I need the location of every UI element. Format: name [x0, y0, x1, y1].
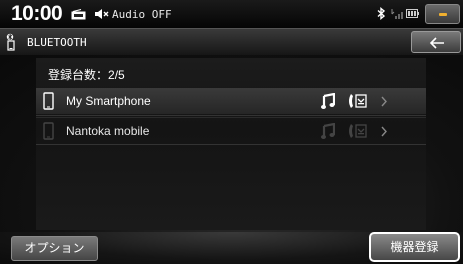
row-divider	[36, 115, 426, 116]
options-button[interactable]: オプション	[11, 236, 98, 261]
chevron-right-icon	[381, 126, 387, 137]
battery-icon	[406, 9, 419, 18]
registered-count: 登録台数：2/5	[48, 66, 125, 83]
device-name: My Smartphone	[66, 94, 151, 108]
music-icon	[321, 93, 335, 109]
page-title: BLUETOOTH	[27, 36, 87, 49]
mute-icon	[95, 9, 109, 19]
device-name: Nantoka mobile	[66, 124, 150, 138]
registered-count-value: 2/5	[108, 68, 125, 82]
device-row-nantoka-mobile[interactable]: Nantoka mobile	[36, 117, 426, 143]
menu-dash-icon	[439, 13, 447, 16]
signal-icon	[391, 9, 403, 19]
device-row-my-smartphone[interactable]: My Smartphone	[36, 88, 426, 114]
handsfree-phone-icon	[349, 124, 367, 138]
registered-count-label: 登録台数：	[48, 68, 109, 82]
phone-icon	[43, 122, 54, 140]
chevron-right-icon	[381, 96, 387, 107]
row-divider	[36, 144, 426, 145]
title-bar: BLUETOOTH	[0, 28, 463, 55]
back-button[interactable]	[411, 31, 461, 53]
register-device-button[interactable]: 機器登録	[369, 232, 460, 262]
audio-status: Audio OFF	[112, 8, 172, 21]
phone-icon	[43, 92, 54, 110]
clock: 10:00	[11, 2, 63, 25]
source-icon	[71, 9, 86, 20]
bluetooth-phone-icon	[6, 33, 15, 51]
screen: 10:00 Audio OFF BLUETOOTH 登録台数：2/5 My Sm…	[0, 0, 463, 264]
bluetooth-icon	[377, 7, 385, 20]
back-arrow-icon	[429, 37, 444, 49]
menu-button[interactable]	[425, 4, 460, 24]
music-icon	[321, 123, 335, 139]
status-bar: 10:00 Audio OFF	[0, 0, 463, 28]
handsfree-phone-icon	[349, 94, 367, 108]
